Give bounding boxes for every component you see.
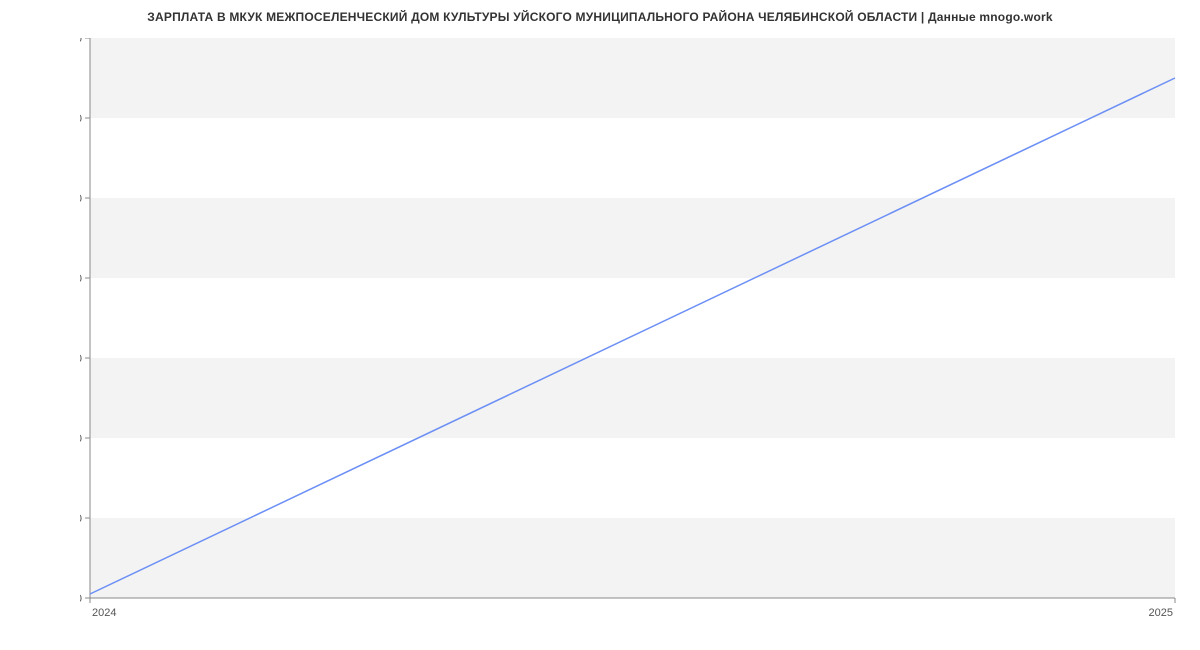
salary-line-chart: ЗАРПЛАТА В МКУК МЕЖПОСЕЛЕНЧЕСКИЙ ДОМ КУЛ…	[0, 0, 1200, 650]
grid-band	[90, 198, 1175, 278]
y-tick-label: 30000	[80, 273, 82, 285]
grid-band	[90, 438, 1175, 518]
y-tick-label: 28000	[80, 353, 82, 365]
y-tick-label: 22000	[80, 593, 82, 605]
y-tick-label: 36000	[80, 38, 82, 45]
y-tick-label: 32000	[80, 193, 82, 205]
chart-svg: 22000 24000 26000 28000 30000 32000 34000 36000…	[80, 38, 1185, 628]
grid-band	[90, 518, 1175, 598]
grid-band	[90, 38, 1175, 118]
grid-band	[90, 278, 1175, 358]
y-tick-label: 24000	[80, 513, 82, 525]
y-tick-label: 34000	[80, 113, 82, 125]
x-tick-label: 2025	[1149, 607, 1173, 619]
y-tick-label: 26000	[80, 433, 82, 445]
plot-area: 2200024000260002800030000320003400036000…	[80, 38, 1185, 598]
grid-band	[90, 358, 1175, 438]
chart-title: ЗАРПЛАТА В МКУК МЕЖПОСЕЛЕНЧЕСКИЙ ДОМ КУЛ…	[0, 0, 1200, 24]
grid-band	[90, 118, 1175, 198]
x-tick-label: 2024	[92, 607, 116, 619]
